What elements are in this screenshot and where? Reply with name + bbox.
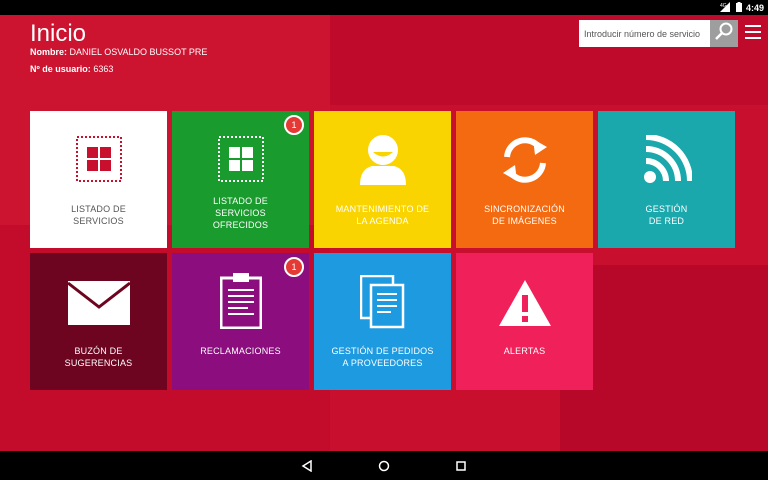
notification-badge: 1 — [284, 115, 304, 135]
tile-reclamaciones[interactable]: RECLAMACIONES 1 — [172, 253, 309, 390]
tile-gestion-pedidos[interactable]: GESTIÓN DE PEDIDOS A PROVEEDORES — [314, 253, 451, 390]
home-button[interactable] — [376, 458, 392, 474]
menu-icon-line — [745, 25, 761, 27]
tile-label: RECLAMACIONES — [200, 346, 281, 356]
wifi-icon — [598, 135, 735, 185]
tile-listado-servicios-ofrecidos[interactable]: LISTADO DE SERVICIOS OFRECIDOS 1 — [172, 111, 309, 248]
page-title: Inicio — [30, 20, 87, 47]
tile-label: GESTIÓN DE PEDIDOS A PROVEEDORES — [331, 346, 434, 368]
main-content: Inicio Nombre: DANIEL OSVALDO BUSSOT PRE… — [0, 15, 768, 451]
home-icon — [378, 460, 390, 472]
app-screen: 4G 4:49 Inicio Nombre: DANIEL OSVALDO BU… — [0, 0, 768, 480]
documents-icon — [314, 275, 451, 329]
name-label: Nombre: — [30, 47, 68, 57]
recents-button[interactable] — [453, 458, 469, 474]
sync-icon — [456, 133, 593, 187]
mail-icon — [30, 281, 167, 325]
search-box — [579, 20, 738, 47]
back-button[interactable] — [299, 458, 315, 474]
clipboard-icon — [172, 273, 309, 329]
tile-gestion-red[interactable]: GESTIÓN DE RED — [598, 111, 735, 248]
tile-label: BUZÓN DE SUGERENCIAS — [64, 346, 133, 368]
svg-text:4G: 4G — [720, 3, 727, 9]
back-icon — [301, 460, 312, 472]
user-number-row: Nº de usuario: 6363 — [30, 64, 113, 74]
battery-icon — [735, 1, 742, 14]
navigation-bar — [0, 451, 768, 480]
search-button[interactable] — [710, 20, 738, 47]
tile-label: LISTADO DE SERVICIOS OFRECIDOS — [212, 196, 269, 230]
tile-label: SINCRONIZACIÓN DE IMÁGENES — [484, 204, 565, 226]
user-number: 6363 — [93, 64, 114, 74]
tile-label: GESTIÓN DE RED — [645, 204, 688, 226]
menu-icon-line — [745, 37, 761, 39]
tile-listado-servicios[interactable]: LISTADO DE SERVICIOS — [30, 111, 167, 248]
grid-icon — [30, 136, 167, 182]
tile-alertas[interactable]: ALERTAS — [456, 253, 593, 390]
tile-label: LISTADO DE SERVICIOS — [71, 204, 126, 226]
alert-icon — [456, 279, 593, 327]
search-icon — [714, 21, 734, 46]
user-icon — [314, 133, 451, 185]
user-number-label: Nº de usuario: — [30, 64, 91, 74]
tile-sincronizacion-imagenes[interactable]: SINCRONIZACIÓN DE IMÁGENES — [456, 111, 593, 248]
grid-icon — [172, 136, 309, 182]
tile-mantenimiento-agenda[interactable]: MANTENIMIENTO DE LA AGENDA — [314, 111, 451, 248]
status-time: 4:49 — [745, 2, 764, 13]
tile-label: MANTENIMIENTO DE LA AGENDA — [335, 204, 430, 226]
menu-icon-line — [745, 31, 761, 33]
tile-buzon-sugerencias[interactable]: BUZÓN DE SUGERENCIAS — [30, 253, 167, 390]
status-icons: 4G 4:49 — [719, 0, 764, 15]
tile-label: ALERTAS — [503, 346, 546, 356]
notification-badge: 1 — [284, 257, 304, 277]
menu-button[interactable] — [745, 25, 761, 39]
status-bar: 4G 4:49 — [0, 0, 768, 15]
recents-icon — [456, 461, 466, 471]
user-name-row: Nombre: DANIEL OSVALDO BUSSOT PRE — [30, 47, 207, 57]
search-input[interactable] — [579, 20, 710, 47]
network-icon: 4G — [719, 1, 732, 14]
user-name: DANIEL OSVALDO BUSSOT PRE — [69, 47, 208, 57]
